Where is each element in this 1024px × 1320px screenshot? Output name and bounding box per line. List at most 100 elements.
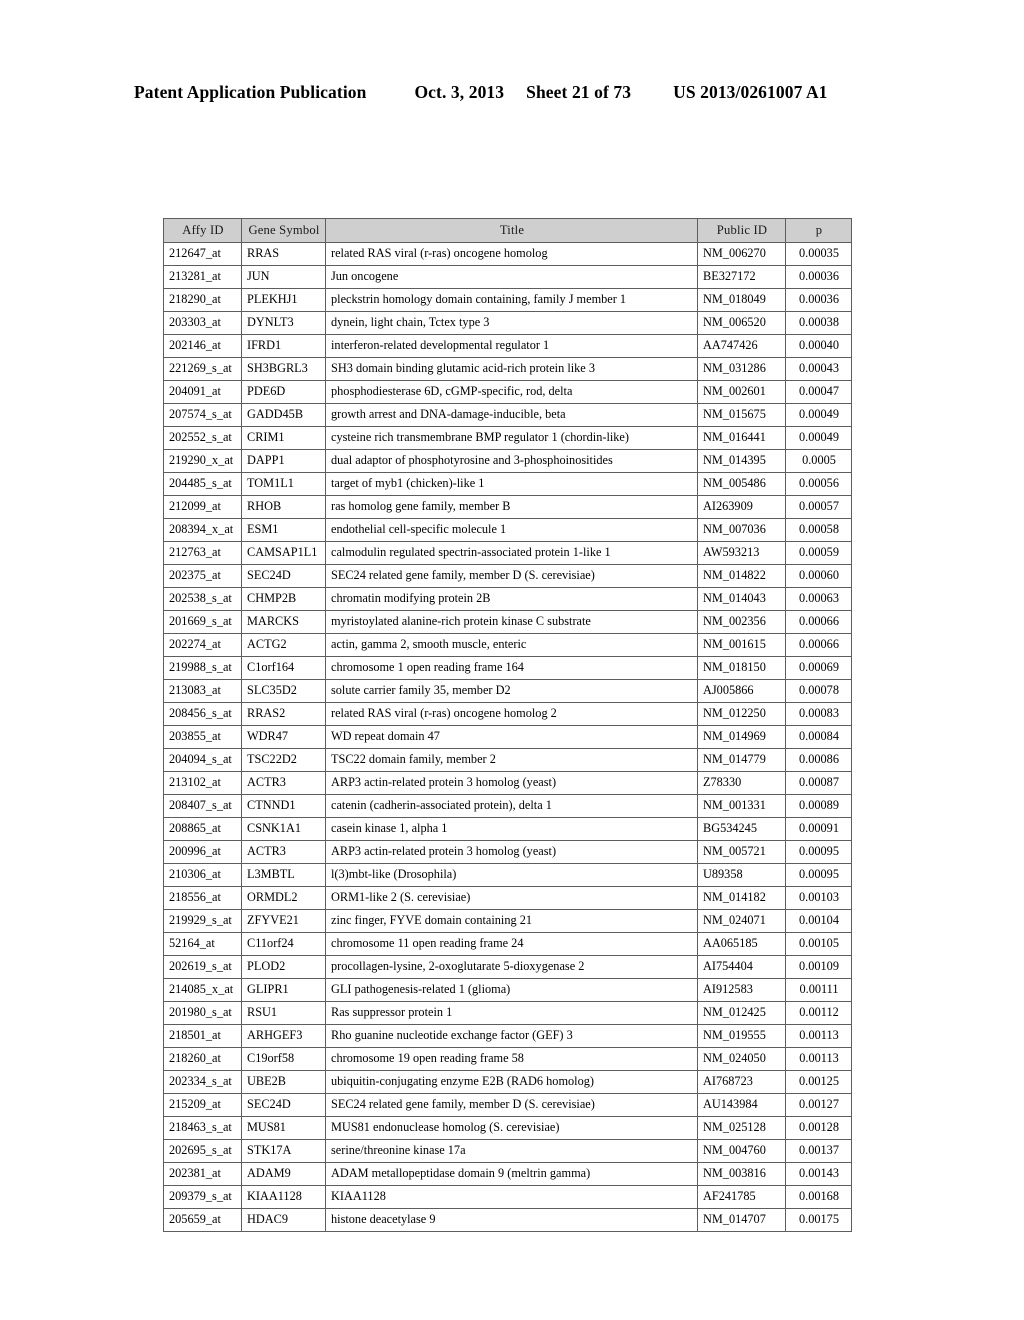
table-row: 208407_s_at CTNND1 catenin (cadherin-assoc… xyxy=(163,794,852,818)
cell-affy-id: 204091_at xyxy=(163,380,242,404)
cell-affy-id: 202146_at xyxy=(163,334,242,358)
table-row: 204094_s_at TSC22D2 TSC22 domain family, m… xyxy=(163,748,852,772)
cell-affy-id: 218463_s_at xyxy=(163,1116,242,1140)
table-row: 210306_at L3MBTL l(3)mbt-like (Drosophila)… xyxy=(163,863,852,887)
cell-affy-id: 205659_at xyxy=(163,1208,242,1232)
cell-p-value: 0.00078 xyxy=(785,679,852,703)
cell-gene-symbol: HDAC9 xyxy=(241,1208,326,1232)
cell-title: SEC24 related gene family, member D (S. … xyxy=(325,1093,698,1117)
cell-gene-symbol: RRAS2 xyxy=(241,702,326,726)
cell-p-value: 0.00091 xyxy=(785,817,852,841)
cell-gene-symbol: PDE6D xyxy=(241,380,326,404)
cell-p-value: 0.0005 xyxy=(785,449,852,473)
cell-title: myristoylated alanine-rich protein kinas… xyxy=(325,610,698,634)
cell-public-id: NM_024050 xyxy=(697,1047,786,1071)
cell-gene-symbol: CAMSAP1L1 xyxy=(241,541,326,565)
publication-date: Oct. 3, 2013 xyxy=(414,82,505,102)
table-row: 219929_s_at ZFYVE21 zinc finger, FYVE doma… xyxy=(163,909,852,933)
table-row: 201669_s_at MARCKS myristoylated alanine-r… xyxy=(163,610,852,634)
cell-title: ARP3 actin-related protein 3 homolog (ye… xyxy=(325,840,698,864)
cell-affy-id: 202695_s_at xyxy=(163,1139,242,1163)
table-row: 208394_x_at ESM1 endothelial cell-specific… xyxy=(163,518,852,542)
cell-title: chromosome 11 open reading frame 24 xyxy=(325,932,698,956)
table-row: 204485_s_at TOM1L1 target of myb1 (chicken… xyxy=(163,472,852,496)
cell-public-id: NM_014779 xyxy=(697,748,786,772)
cell-p-value: 0.00056 xyxy=(785,472,852,496)
cell-public-id: NM_014969 xyxy=(697,725,786,749)
cell-p-value: 0.00058 xyxy=(785,518,852,542)
cell-title: Jun oncogene xyxy=(325,265,698,289)
cell-gene-symbol: GLIPR1 xyxy=(241,978,326,1002)
cell-gene-symbol: TSC22D2 xyxy=(241,748,326,772)
cell-public-id: NM_005721 xyxy=(697,840,786,864)
table-row: 212099_at RHOB ras homolog gene family, me… xyxy=(163,495,852,519)
table-row: 204091_at PDE6D phosphodiesterase 6D, cGMP… xyxy=(163,380,852,404)
cell-affy-id: 202381_at xyxy=(163,1162,242,1186)
table-row: 203855_at WDR47 WD repeat domain 47 NM_0149… xyxy=(163,725,852,749)
cell-gene-symbol: STK17A xyxy=(241,1139,326,1163)
cell-public-id: AW593213 xyxy=(697,541,786,565)
cell-affy-id: 204485_s_at xyxy=(163,472,242,496)
cell-gene-symbol: ESM1 xyxy=(241,518,326,542)
cell-affy-id: 215209_at xyxy=(163,1093,242,1117)
cell-p-value: 0.00060 xyxy=(785,564,852,588)
cell-gene-symbol: TOM1L1 xyxy=(241,472,326,496)
table-row: 218290_at PLEKHJ1 pleckstrin homology doma… xyxy=(163,288,852,312)
cell-affy-id: 209379_s_at xyxy=(163,1185,242,1209)
cell-gene-symbol: JUN xyxy=(241,265,326,289)
cell-affy-id: 204094_s_at xyxy=(163,748,242,772)
cell-title: SH3 domain binding glutamic acid-rich pr… xyxy=(325,357,698,381)
cell-affy-id: 208407_s_at xyxy=(163,794,242,818)
cell-p-value: 0.00095 xyxy=(785,863,852,887)
cell-public-id: Z78330 xyxy=(697,771,786,795)
cell-gene-symbol: ARHGEF3 xyxy=(241,1024,326,1048)
gene-table: Affy ID Gene Symbol Title Public ID p 21… xyxy=(163,218,852,1232)
cell-public-id: NM_031286 xyxy=(697,357,786,381)
cell-affy-id: 208456_s_at xyxy=(163,702,242,726)
cell-public-id: NM_007036 xyxy=(697,518,786,542)
table-row: 208865_at CSNK1A1 casein kinase 1, alpha 1… xyxy=(163,817,852,841)
cell-public-id: AJ005866 xyxy=(697,679,786,703)
cell-p-value: 0.00038 xyxy=(785,311,852,335)
cell-gene-symbol: DYNLT3 xyxy=(241,311,326,335)
cell-gene-symbol: C19orf58 xyxy=(241,1047,326,1071)
cell-affy-id: 214085_x_at xyxy=(163,978,242,1002)
cell-p-value: 0.00125 xyxy=(785,1070,852,1094)
cell-public-id: AF241785 xyxy=(697,1185,786,1209)
cell-p-value: 0.00047 xyxy=(785,380,852,404)
cell-public-id: NM_018049 xyxy=(697,288,786,312)
cell-affy-id: 218260_at xyxy=(163,1047,242,1071)
cell-public-id: AI912583 xyxy=(697,978,786,1002)
cell-p-value: 0.00066 xyxy=(785,633,852,657)
cell-public-id: NM_014043 xyxy=(697,587,786,611)
cell-title: ras homolog gene family, member B xyxy=(325,495,698,519)
cell-public-id: NM_014707 xyxy=(697,1208,786,1232)
cell-affy-id: 218290_at xyxy=(163,288,242,312)
cell-affy-id: 202538_s_at xyxy=(163,587,242,611)
cell-affy-id: 208865_at xyxy=(163,817,242,841)
table-row: 52164_at C11orf24 chromosome 11 open readi… xyxy=(163,932,852,956)
table-row: 208456_s_at RRAS2 related RAS viral (r-ras… xyxy=(163,702,852,726)
cell-affy-id: 212647_at xyxy=(163,242,242,266)
table-row: 202375_at SEC24D SEC24 related gene family… xyxy=(163,564,852,588)
table-row: 202619_s_at PLOD2 procollagen-lysine, 2-ox… xyxy=(163,955,852,979)
cell-gene-symbol: KIAA1128 xyxy=(241,1185,326,1209)
cell-title: MUS81 endonuclease homolog (S. cerevisia… xyxy=(325,1116,698,1140)
cell-p-value: 0.00066 xyxy=(785,610,852,634)
cell-affy-id: 221269_s_at xyxy=(163,357,242,381)
cell-p-value: 0.00137 xyxy=(785,1139,852,1163)
cell-title: serine/threonine kinase 17a xyxy=(325,1139,698,1163)
cell-p-value: 0.00105 xyxy=(785,932,852,956)
column-header-gene-symbol: Gene Symbol xyxy=(241,218,326,243)
cell-affy-id: 52164_at xyxy=(163,932,242,956)
column-header-public-id: Public ID xyxy=(697,218,786,243)
cell-public-id: AA747426 xyxy=(697,334,786,358)
cell-gene-symbol: L3MBTL xyxy=(241,863,326,887)
cell-p-value: 0.00035 xyxy=(785,242,852,266)
cell-p-value: 0.00083 xyxy=(785,702,852,726)
cell-p-value: 0.00127 xyxy=(785,1093,852,1117)
cell-p-value: 0.00049 xyxy=(785,403,852,427)
cell-affy-id: 213281_at xyxy=(163,265,242,289)
cell-title: cysteine rich transmembrane BMP regulato… xyxy=(325,426,698,450)
cell-title: GLI pathogenesis-related 1 (glioma) xyxy=(325,978,698,1002)
